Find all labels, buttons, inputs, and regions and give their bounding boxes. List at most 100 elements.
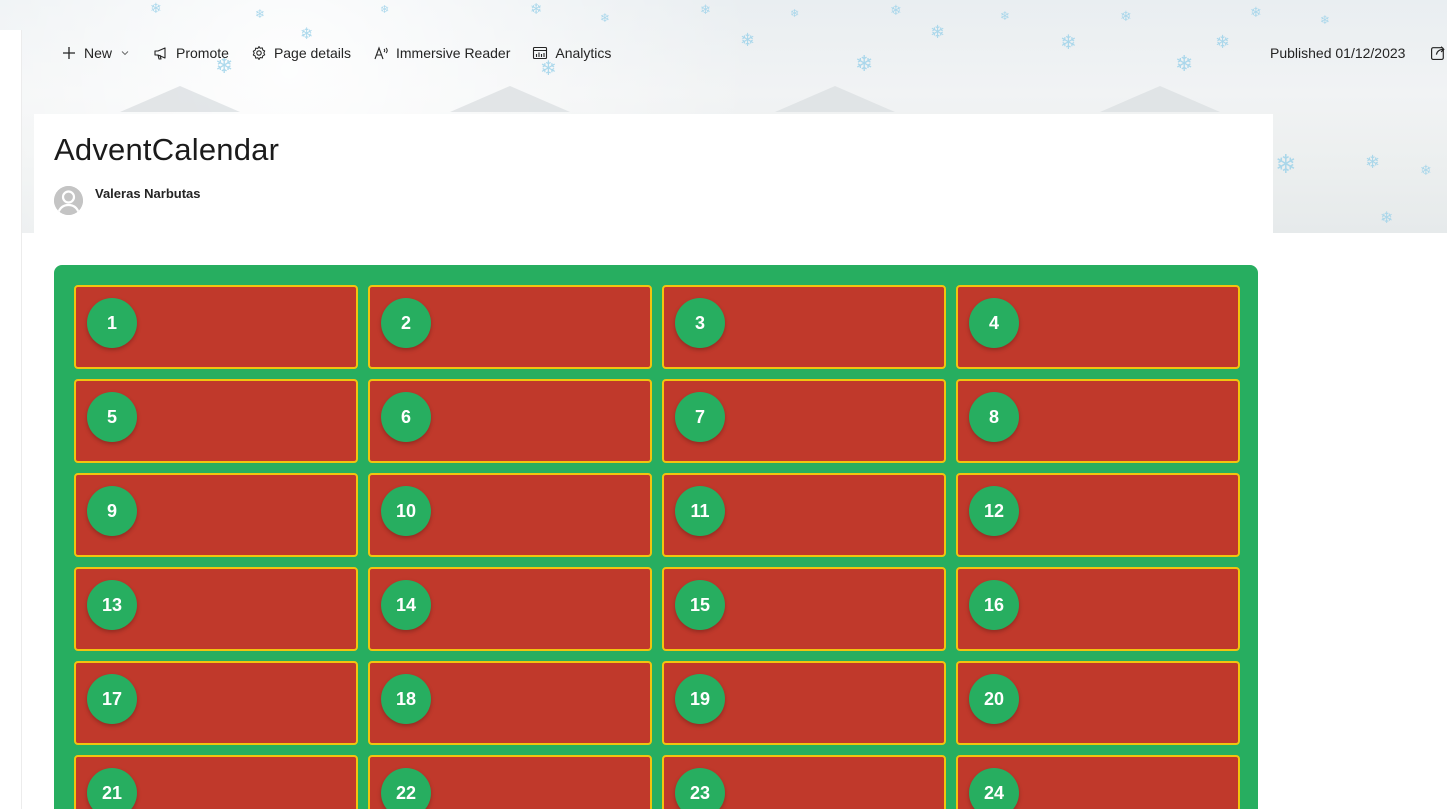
snowflake-icon: ❄ (1000, 9, 1011, 23)
day-number-badge: 21 (87, 768, 137, 809)
calendar-door[interactable]: 19 (662, 661, 946, 745)
calendar-door[interactable]: 24 (956, 755, 1240, 809)
day-number-badge: 1 (87, 298, 137, 348)
calendar-door[interactable]: 9 (74, 473, 358, 557)
snowflake-icon: ❄ (1250, 5, 1262, 21)
day-number-badge: 11 (675, 486, 725, 536)
megaphone-icon (153, 45, 169, 61)
snowflake-icon: ❄ (255, 7, 266, 21)
advent-calendar: 1 2 3 4 5 6 7 8 9 10 11 12 13 14 15 16 17 18 19 20 21 22 23 24 (54, 265, 1258, 809)
promote-label: Promote (176, 45, 229, 61)
roof-shape (120, 86, 240, 112)
day-number-badge: 13 (87, 580, 137, 630)
calendar-door[interactable]: 15 (662, 567, 946, 651)
snowflake-icon: ❄ (890, 3, 902, 19)
calendar-door[interactable]: 12 (956, 473, 1240, 557)
calendar-door[interactable]: 8 (956, 379, 1240, 463)
day-number-badge: 9 (87, 486, 137, 536)
day-number-badge: 20 (969, 674, 1019, 724)
day-number-badge: 16 (969, 580, 1019, 630)
immersive-reader-button[interactable]: Immersive Reader (362, 38, 521, 68)
roof-shape (775, 86, 895, 112)
command-bar: New Promote Page details Immersive Reade… (50, 38, 622, 68)
analytics-icon (532, 45, 548, 61)
calendar-door[interactable]: 21 (74, 755, 358, 809)
day-number-badge: 14 (381, 580, 431, 630)
day-number-badge: 23 (675, 768, 725, 809)
calendar-door[interactable]: 5 (74, 379, 358, 463)
day-number-badge: 18 (381, 674, 431, 724)
day-number-badge: 5 (87, 392, 137, 442)
title-region: AdventCalendar Valeras Narbutas (34, 114, 1273, 234)
snowflake-icon: ❄ (1365, 152, 1381, 173)
day-number-badge: 19 (675, 674, 725, 724)
chevron-down-icon (119, 45, 131, 61)
snowflake-icon: ❄ (1215, 32, 1231, 53)
calendar-door[interactable]: 23 (662, 755, 946, 809)
snowflake-icon: ❄ (1120, 9, 1132, 25)
calendar-door[interactable]: 13 (74, 567, 358, 651)
calendar-door[interactable]: 2 (368, 285, 652, 369)
day-number-badge: 8 (969, 392, 1019, 442)
page-title: AdventCalendar (54, 132, 280, 167)
snowflake-icon: ❄ (1275, 150, 1297, 180)
page-details-label: Page details (273, 45, 351, 61)
calendar-grid: 1 2 3 4 5 6 7 8 9 10 11 12 13 14 15 16 17 18 19 20 21 22 23 24 (74, 285, 1240, 809)
calendar-door[interactable]: 4 (956, 285, 1240, 369)
page-details-button[interactable]: Page details (240, 38, 362, 68)
roof-shape (450, 86, 570, 112)
calendar-door[interactable]: 3 (662, 285, 946, 369)
day-number-badge: 22 (381, 768, 431, 809)
day-number-badge: 6 (381, 392, 431, 442)
day-number-badge: 17 (87, 674, 137, 724)
plus-icon (61, 45, 77, 61)
gear-icon (251, 45, 267, 61)
day-number-badge: 24 (969, 768, 1019, 809)
day-number-badge: 2 (381, 298, 431, 348)
roof-shape (1100, 86, 1220, 112)
snowflake-icon: ❄ (790, 7, 800, 20)
day-number-badge: 12 (969, 486, 1019, 536)
calendar-door[interactable]: 20 (956, 661, 1240, 745)
share-icon[interactable] (1430, 44, 1447, 61)
immersive-reader-label: Immersive Reader (396, 45, 511, 61)
day-number-badge: 4 (969, 298, 1019, 348)
new-label: New (84, 45, 113, 61)
snowflake-icon: ❄ (700, 3, 711, 18)
snowflake-icon: ❄ (930, 22, 946, 43)
analytics-button[interactable]: Analytics (521, 38, 622, 68)
snowflake-icon: ❄ (740, 30, 756, 51)
day-number-badge: 3 (675, 298, 725, 348)
calendar-door[interactable]: 18 (368, 661, 652, 745)
snowflake-icon: ❄ (600, 11, 611, 25)
calendar-door[interactable]: 10 (368, 473, 652, 557)
snowflake-icon: ❄ (1420, 163, 1432, 179)
snowflake-icon: ❄ (1175, 52, 1194, 77)
calendar-door[interactable]: 7 (662, 379, 946, 463)
immersive-reader-icon (373, 45, 389, 61)
day-number-badge: 15 (675, 580, 725, 630)
snowflake-icon: ❄ (855, 52, 874, 77)
calendar-door[interactable]: 17 (74, 661, 358, 745)
avatar[interactable] (54, 186, 83, 215)
calendar-door[interactable]: 22 (368, 755, 652, 809)
day-number-badge: 7 (675, 392, 725, 442)
person-icon (54, 186, 83, 215)
calendar-door[interactable]: 16 (956, 567, 1240, 651)
snowflake-icon: ❄ (530, 0, 543, 18)
author-name[interactable]: Valeras Narbutas (95, 186, 201, 201)
snowflake-icon: ❄ (150, 1, 162, 17)
promote-button[interactable]: Promote (142, 38, 240, 68)
snowflake-icon: ❄ (1320, 13, 1331, 27)
day-number-badge: 10 (381, 486, 431, 536)
new-button[interactable]: New (50, 38, 142, 68)
published-date: Published 01/12/2023 (1270, 45, 1406, 61)
left-gutter (0, 30, 22, 809)
analytics-label: Analytics (555, 45, 612, 61)
snowflake-icon: ❄ (1380, 208, 1394, 227)
calendar-door[interactable]: 14 (368, 567, 652, 651)
calendar-door[interactable]: 11 (662, 473, 946, 557)
calendar-door[interactable]: 1 (74, 285, 358, 369)
calendar-door[interactable]: 6 (368, 379, 652, 463)
snowflake-icon: ❄ (1060, 30, 1077, 54)
